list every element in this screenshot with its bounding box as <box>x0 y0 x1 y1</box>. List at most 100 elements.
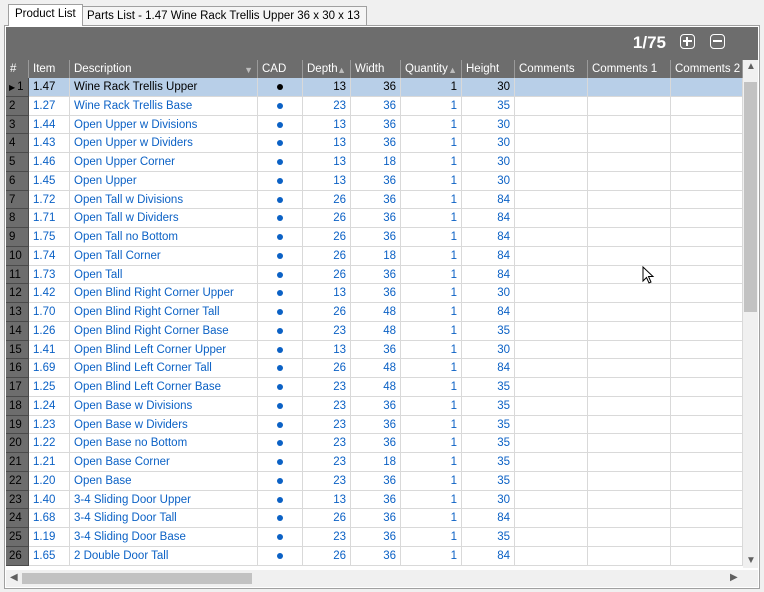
cad-cell[interactable] <box>258 378 303 397</box>
depth-cell[interactable]: 26 <box>303 190 351 210</box>
comments-2-cell[interactable] <box>671 190 743 210</box>
table-row[interactable]: 19 1.23 Open Base w Dividers 23 36 1 35 <box>6 415 743 435</box>
row-number[interactable]: 17 <box>6 378 29 397</box>
width-cell[interactable]: 36 <box>351 115 401 135</box>
row-number[interactable]: 15 <box>6 340 29 360</box>
row-number[interactable]: 8 <box>6 209 29 228</box>
width-cell[interactable]: 48 <box>351 321 401 341</box>
comments-2-cell[interactable] <box>671 303 743 322</box>
comments-cell[interactable] <box>515 471 588 491</box>
comments-1-cell[interactable] <box>588 265 671 285</box>
item-cell[interactable]: 1.70 <box>29 303 70 322</box>
comments-1-cell[interactable] <box>588 171 671 191</box>
comments-2-cell[interactable] <box>671 378 743 397</box>
width-cell[interactable]: 36 <box>351 284 401 303</box>
comments-1-cell[interactable] <box>588 340 671 360</box>
description-cell[interactable]: Wine Rack Trellis Upper <box>70 78 258 97</box>
description-cell[interactable]: Open Tall <box>70 265 258 285</box>
comments-cell[interactable] <box>515 134 588 153</box>
quantity-cell[interactable]: 1 <box>401 453 462 472</box>
width-cell[interactable]: 18 <box>351 453 401 472</box>
width-cell[interactable]: 36 <box>351 265 401 285</box>
comments-cell[interactable] <box>515 209 588 228</box>
quantity-cell[interactable]: 1 <box>401 340 462 360</box>
plus-square-icon[interactable] <box>680 34 695 49</box>
height-cell[interactable]: 35 <box>462 528 515 547</box>
comments-1-cell[interactable] <box>588 359 671 378</box>
item-cell[interactable]: 1.73 <box>29 265 70 285</box>
comments-1-cell[interactable] <box>588 246 671 266</box>
depth-cell[interactable]: 26 <box>303 228 351 247</box>
width-cell[interactable]: 36 <box>351 96 401 116</box>
item-cell[interactable]: 1.45 <box>29 171 70 191</box>
cad-cell[interactable] <box>258 528 303 547</box>
description-cell[interactable]: Open Base no Bottom <box>70 434 258 453</box>
depth-cell[interactable]: 13 <box>303 171 351 191</box>
depth-cell[interactable]: 23 <box>303 96 351 116</box>
comments-2-cell[interactable] <box>671 359 743 378</box>
height-cell[interactable]: 84 <box>462 190 515 210</box>
comments-1-cell[interactable] <box>588 134 671 153</box>
table-row[interactable]: 25 1.19 3-4 Sliding Door Base 23 36 1 35 <box>6 528 743 547</box>
quantity-cell[interactable]: 1 <box>401 246 462 266</box>
description-cell[interactable]: Open Blind Right Corner Upper <box>70 284 258 303</box>
depth-cell[interactable]: 13 <box>303 78 351 97</box>
description-cell[interactable]: Open Upper Corner <box>70 153 258 172</box>
comments-2-cell[interactable] <box>671 321 743 341</box>
description-cell[interactable]: Open Blind Right Corner Base <box>70 321 258 341</box>
width-cell[interactable]: 18 <box>351 246 401 266</box>
comments-cell[interactable] <box>515 340 588 360</box>
comments-1-cell[interactable] <box>588 321 671 341</box>
item-cell[interactable]: 1.75 <box>29 228 70 247</box>
comments-2-cell[interactable] <box>671 209 743 228</box>
cad-cell[interactable] <box>258 284 303 303</box>
depth-cell[interactable]: 26 <box>303 209 351 228</box>
width-cell[interactable]: 36 <box>351 171 401 191</box>
height-cell[interactable]: 84 <box>462 546 515 566</box>
comments-2-cell[interactable] <box>671 284 743 303</box>
col-header-cad[interactable]: CAD <box>258 60 303 78</box>
description-cell[interactable]: Open Blind Left Corner Upper <box>70 340 258 360</box>
quantity-cell[interactable]: 1 <box>401 359 462 378</box>
comments-1-cell[interactable] <box>588 546 671 566</box>
depth-cell[interactable]: 26 <box>303 265 351 285</box>
horizontal-scroll-thumb[interactable] <box>22 573 252 584</box>
comments-cell[interactable] <box>515 434 588 453</box>
item-cell[interactable]: 1.22 <box>29 434 70 453</box>
quantity-cell[interactable]: 1 <box>401 153 462 172</box>
col-header-comments-2[interactable]: Comments 2 <box>671 60 743 78</box>
height-cell[interactable]: 30 <box>462 490 515 510</box>
description-cell[interactable]: Wine Rack Trellis Base <box>70 96 258 116</box>
comments-1-cell[interactable] <box>588 453 671 472</box>
width-cell[interactable]: 36 <box>351 396 401 416</box>
comments-1-cell[interactable] <box>588 509 671 528</box>
width-cell[interactable]: 36 <box>351 509 401 528</box>
table-row[interactable]: 21 1.21 Open Base Corner 23 18 1 35 <box>6 453 743 472</box>
width-cell[interactable]: 18 <box>351 153 401 172</box>
width-cell[interactable]: 36 <box>351 471 401 491</box>
quantity-cell[interactable]: 1 <box>401 284 462 303</box>
table-row[interactable]: 6 1.45 Open Upper 13 36 1 30 <box>6 171 743 191</box>
cad-cell[interactable] <box>258 96 303 116</box>
comments-cell[interactable] <box>515 153 588 172</box>
row-number[interactable]: 12 <box>6 284 29 303</box>
comments-2-cell[interactable] <box>671 265 743 285</box>
quantity-cell[interactable]: 1 <box>401 471 462 491</box>
table-row[interactable]: ▶ 1 1.47 Wine Rack Trellis Upper 13 36 1 30 <box>6 78 743 97</box>
quantity-cell[interactable]: 1 <box>401 115 462 135</box>
depth-cell[interactable]: 26 <box>303 359 351 378</box>
col-header-depth[interactable]: Depth ▲ <box>303 60 351 78</box>
comments-1-cell[interactable] <box>588 228 671 247</box>
quantity-cell[interactable]: 1 <box>401 228 462 247</box>
table-row[interactable]: 26 1.65 2 Double Door Tall 26 36 1 84 <box>6 546 743 566</box>
comments-cell[interactable] <box>515 453 588 472</box>
row-number[interactable]: 4 <box>6 134 29 153</box>
vertical-scroll-thumb[interactable] <box>744 82 757 312</box>
item-cell[interactable]: 1.44 <box>29 115 70 135</box>
description-cell[interactable]: Open Base <box>70 471 258 491</box>
comments-1-cell[interactable] <box>588 96 671 116</box>
item-cell[interactable]: 1.72 <box>29 190 70 210</box>
width-cell[interactable]: 36 <box>351 209 401 228</box>
width-cell[interactable]: 36 <box>351 490 401 510</box>
depth-cell[interactable]: 23 <box>303 453 351 472</box>
